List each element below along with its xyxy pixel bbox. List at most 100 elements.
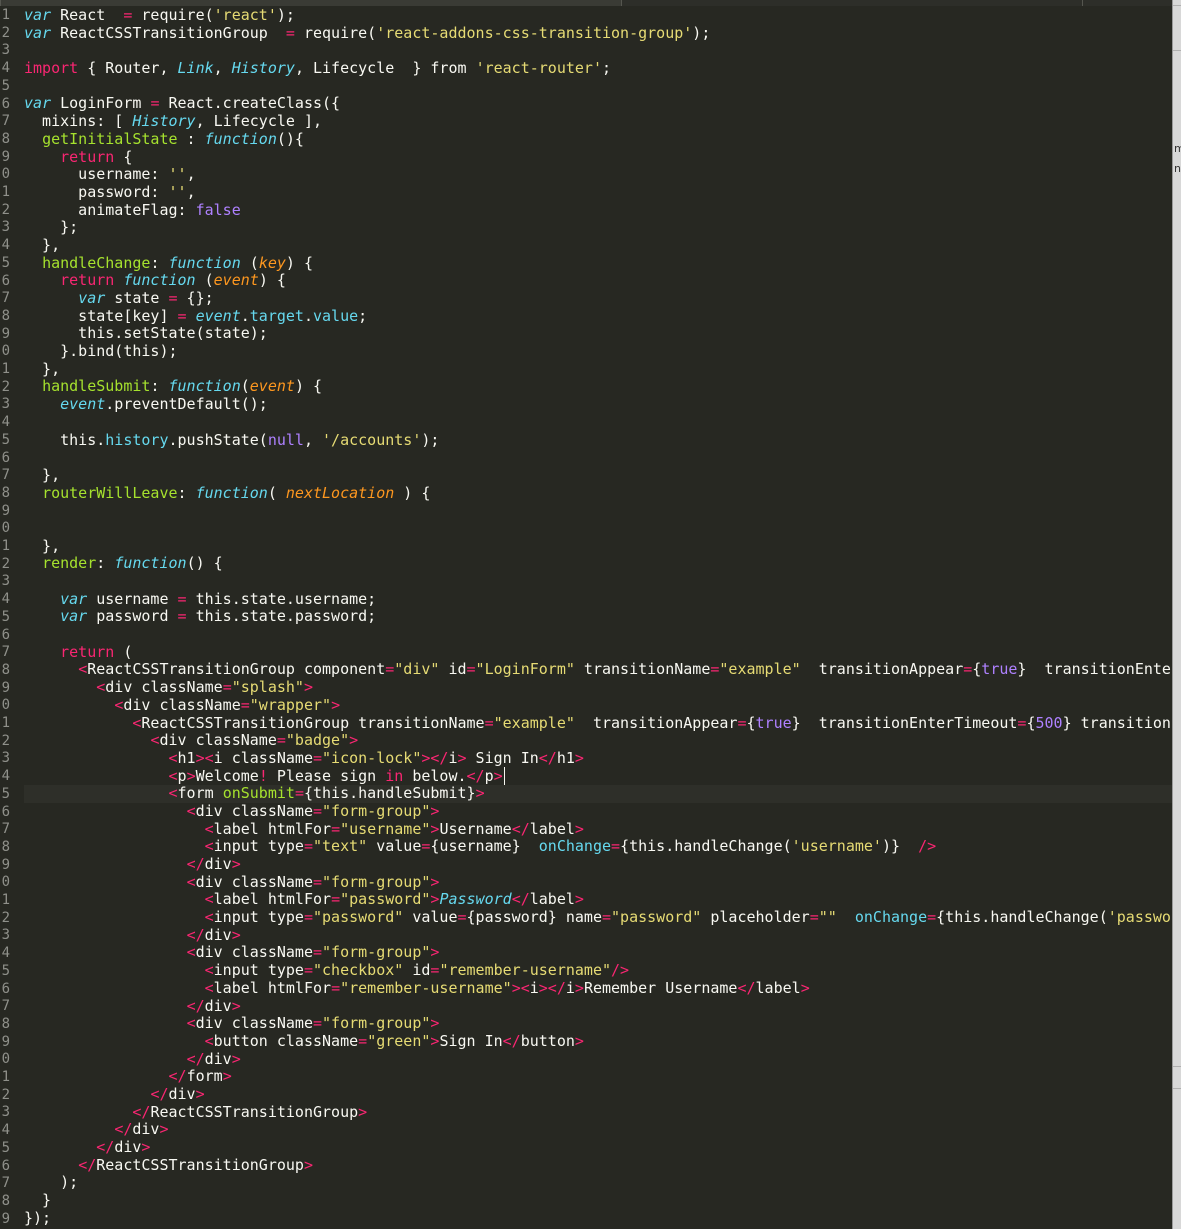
code-token: i className [213,748,313,767]
code-line[interactable]: </div> [24,1138,1172,1157]
code-line[interactable]: event.preventDefault(); [24,395,1172,414]
code-line[interactable]: getInitialState : function(){ [24,130,1172,149]
code-line[interactable]: <div className="badge"> [24,731,1172,750]
code-line[interactable]: <p>Welcome! Please sign in below.</p> [24,766,1172,786]
code-token: {}; [177,289,214,307]
line-number: 1 [1,538,10,554]
code-line[interactable]: <label htmlFor="username" > Username</labe… [24,820,1172,839]
code-line[interactable]: <div className="form-group"> [24,1014,1172,1033]
code-line[interactable]: } [24,1191,1172,1210]
code-line[interactable] [24,502,1172,520]
code-line[interactable]: routerWillLeave: function( nextLocation … [24,484,1172,503]
code-line[interactable]: animateFlag: false [24,201,1172,220]
code-token: function [123,271,196,290]
code-token: } transitionLea [1062,713,1172,732]
code-line[interactable] [24,626,1172,644]
code-line[interactable] [24,42,1172,60]
code-line[interactable]: <div className="splash"> [24,678,1172,697]
code-token: = [466,660,476,679]
code-line[interactable]: </div> [24,997,1172,1016]
code-line[interactable] [24,449,1172,467]
code-line[interactable]: var password = this.state.password; [24,608,1172,626]
code-line[interactable]: }, [24,235,1172,255]
code-line[interactable]: var LoginForm = React.createClass({ [24,95,1172,113]
code-line[interactable]: handleSubmit: function(event) { [24,378,1172,396]
code-line[interactable]: <input type="text" value={username} onCh… [24,837,1172,856]
code-line[interactable]: </form> [24,1067,1172,1086]
code-line[interactable]: </div> [24,855,1172,874]
code-token: input type [213,837,304,856]
code-line[interactable]: mixins: [ History, Lifecycle ], [24,112,1172,131]
line-number: 6 [1,803,10,820]
code-line[interactable] [24,414,1172,432]
editor-tab[interactable] [1082,0,1181,6]
code-line[interactable]: </ReactCSSTransitionGroup> [24,1156,1172,1175]
code-token: import [24,59,79,78]
code-line[interactable]: <input type="password" value={password} … [24,908,1172,927]
code-line[interactable]: state[key] = event.target.value; [24,307,1172,326]
code-editor[interactable]: 1234567890123456789012345678901234567890… [0,0,1172,1229]
code-line[interactable]: <div className="form-group"> [24,944,1172,962]
code-token: div className [195,872,313,891]
code-line[interactable]: username: '', [24,165,1172,184]
code-line[interactable]: var state = {}; [24,289,1172,308]
code-token: >< [511,978,530,997]
code-line[interactable]: <label htmlFor="remember-username"><i></… [24,978,1172,998]
code-line[interactable]: }, [24,466,1172,485]
code-line[interactable]: </div> [24,1050,1172,1069]
code-line[interactable]: return function (event) { [24,271,1172,290]
code-line[interactable]: <h1><i className="icon-lock"></i> Sign I… [24,748,1172,768]
code-token: > [574,748,584,767]
code-line[interactable]: render: function() { [24,554,1172,573]
code-token: History [231,59,295,78]
code-line[interactable]: var ReactCSSTransitionGroup = require('r… [24,24,1172,43]
code-token: > [493,766,503,785]
code-line[interactable]: <div className="form-group"> [24,802,1172,821]
code-line[interactable]: return { [24,148,1172,167]
code-line[interactable]: <ReactCSSTransitionGroup transitionName=… [24,713,1172,733]
line-number: 2 [1,1086,10,1103]
code-line[interactable] [24,573,1172,591]
code-token: '' [168,182,187,201]
code-line[interactable]: }.bind(this); [24,342,1172,361]
code-token: label [755,978,801,997]
code-line[interactable]: </div> [24,1120,1172,1139]
code-line[interactable]: <form onSubmit={this.handleSubmit}> [24,784,1172,803]
code-line[interactable]: }, [24,537,1172,556]
code-token: = [222,678,232,697]
editor-tab[interactable] [621,0,1082,6]
code-line[interactable]: </div> [24,926,1172,945]
code-line[interactable]: ); [24,1174,1172,1192]
code-line[interactable]: return ( [24,643,1172,662]
code-token: }, [24,235,61,254]
code-line[interactable]: <button className="green" > Sign In</butto… [24,1032,1172,1051]
code-line[interactable]: var username = this.state.username; [24,590,1172,609]
code-line[interactable]: password: '', [24,182,1172,202]
code-line[interactable]: <ReactCSSTransitionGroup component="div"… [24,661,1172,679]
code-line[interactable]: <input type="checkbox" id="remember-user… [24,961,1172,980]
code-line[interactable] [24,78,1172,96]
code-line[interactable]: }, [24,360,1172,379]
code-line[interactable] [24,520,1172,538]
code-line[interactable]: </div> [24,1085,1172,1104]
code-line[interactable]: import { Router, Link, History, Lifecycl… [24,59,1172,78]
code-token: div [114,1138,142,1156]
code-line[interactable]: </ReactCSSTransitionGroup> [24,1103,1172,1122]
code-line[interactable]: }); [24,1209,1172,1228]
code-token: </ [511,890,530,909]
code-line[interactable]: <div className="wrapper"> [24,696,1172,715]
code-line[interactable]: var React = require('react'); [24,6,1172,25]
code-line[interactable]: <div className="form-group"> [24,872,1172,892]
code-token: < [168,766,178,785]
code-text[interactable]: var React = require('react'); var ReactCS… [24,6,1172,1228]
code-line[interactable]: this.history.pushState(null, '/accounts'… [24,431,1172,450]
code-token: "remember-username" [439,961,612,980]
code-line[interactable]: this.setState(state); [24,325,1172,343]
editor-tab[interactable] [0,0,621,6]
code-line[interactable]: }; [24,218,1172,237]
code-token: .preventDefault(); [105,395,268,414]
code-line[interactable]: handleChange: function (key) { [24,254,1172,273]
code-line[interactable]: <label htmlFor="password" > Password</labe… [24,891,1172,909]
